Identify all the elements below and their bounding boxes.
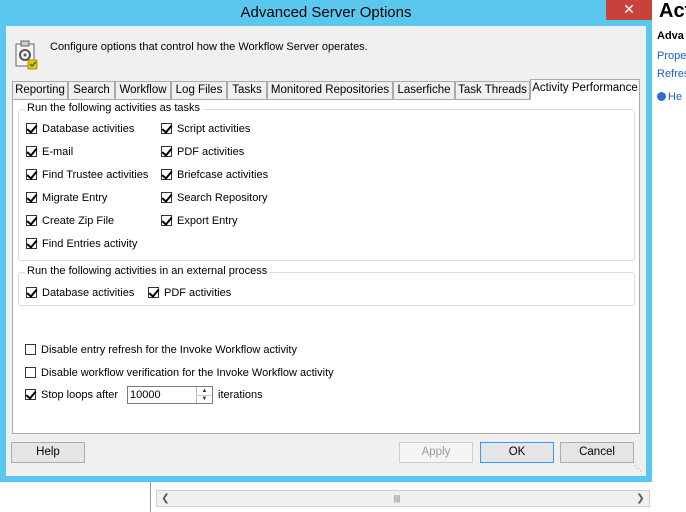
checkbox-database-activities-external[interactable]: Database activities — [26, 286, 134, 302]
background-window-panel: Act Adva Prope Refres He — [652, 0, 686, 512]
checkbox-search-repository-task[interactable]: Search Repository — [161, 191, 268, 207]
advanced-server-options-dialog: Advanced Server Options ✕ Configure opti… — [0, 0, 652, 482]
external-group-title: Run the following activities in an exter… — [25, 265, 270, 277]
checkbox-label: E-mail — [42, 146, 74, 158]
checkbox-disable-workflow-verification[interactable]: Disable workflow verification for the In… — [25, 366, 334, 382]
cancel-button[interactable]: Cancel — [560, 442, 634, 463]
tab-search[interactable]: Search — [68, 81, 115, 99]
checkbox-label: PDF activities — [177, 146, 245, 158]
checkbox-label: Database activities — [42, 287, 135, 299]
tab-reporting[interactable]: Reporting — [12, 81, 68, 99]
checkbox-database-activities-task[interactable]: Database activities — [26, 122, 134, 138]
checkbox-briefcase-task[interactable]: Briefcase activities — [161, 168, 268, 184]
checkbox-disable-entry-refresh[interactable]: Disable entry refresh for the Invoke Wor… — [25, 343, 297, 359]
tab-workflow[interactable]: Workflow — [115, 81, 171, 99]
apply-button[interactable]: Apply — [399, 442, 473, 463]
background-help-link[interactable]: He — [657, 91, 682, 103]
scroll-right-icon[interactable]: ❯ — [633, 492, 648, 505]
checkbox-label: Database activities — [42, 123, 135, 135]
checkbox-label: Script activities — [177, 123, 251, 135]
checkbox-label: Create Zip File — [42, 215, 115, 227]
checkbox-label: Disable entry refresh for the Invoke Wor… — [41, 344, 297, 356]
checkbox-migrate-entry-task[interactable]: Migrate Entry — [26, 191, 107, 207]
scroll-left-icon[interactable]: ❮ — [158, 492, 173, 505]
checkbox-label: Disable workflow verification for the In… — [41, 367, 334, 379]
tab-log-files[interactable]: Log Files — [171, 81, 227, 99]
checkbox-label: Export Entry — [177, 215, 238, 227]
checkbox-box[interactable] — [26, 123, 37, 134]
checkbox-find-entries-task[interactable]: Find Entries activity — [26, 237, 137, 253]
iterations-suffix: iterations — [218, 389, 263, 401]
tab-laserfiche[interactable]: Laserfiche — [393, 81, 455, 99]
tasks-group-title: Run the following activities as tasks — [25, 102, 203, 114]
background-subtitle: Adva — [657, 30, 684, 42]
checkbox-label: Briefcase activities — [177, 169, 269, 181]
checkbox-box[interactable] — [26, 169, 37, 180]
checkbox-box[interactable] — [161, 192, 172, 203]
clipboard-settings-icon — [15, 40, 38, 70]
background-refresh-link[interactable]: Refres — [657, 68, 686, 80]
background-help-label: He — [668, 91, 683, 103]
checkbox-label: PDF activities — [164, 287, 232, 299]
checkbox-box[interactable] — [26, 287, 37, 298]
header-description: Configure options that control how the W… — [50, 41, 368, 53]
help-button[interactable]: Help — [11, 442, 85, 463]
checkbox-export-entry-task[interactable]: Export Entry — [161, 214, 238, 230]
checkbox-script-activities-task[interactable]: Script activities — [161, 122, 250, 138]
checkbox-label: Stop loops after — [41, 389, 119, 401]
activity-performance-panel: Run the following activities as tasks Da… — [12, 99, 640, 434]
tasks-group: Run the following activities as tasks Da… — [18, 102, 635, 261]
background-divider — [150, 482, 151, 512]
checkbox-find-trustee-task[interactable]: Find Trustee activities — [26, 168, 148, 184]
checkbox-box[interactable] — [161, 123, 172, 134]
checkbox-box[interactable] — [26, 146, 37, 157]
checkbox-label: Find Entries activity — [42, 238, 138, 250]
checkbox-box[interactable] — [161, 169, 172, 180]
iterations-stepper[interactable]: ▲ ▼ — [127, 386, 213, 404]
checkbox-box[interactable] — [148, 287, 159, 298]
checkbox-label: Find Trustee activities — [42, 169, 149, 181]
scroll-thumb-grip-icon[interactable]: ||| — [357, 493, 437, 504]
help-circle-icon — [657, 92, 666, 101]
tab-task-threads[interactable]: Task Threads — [455, 81, 530, 99]
checkbox-pdf-activities-task[interactable]: PDF activities — [161, 145, 244, 161]
background-title: Act — [659, 0, 686, 22]
checkbox-email-task[interactable]: E-mail — [26, 145, 73, 161]
external-process-group: Run the following activities in an exter… — [18, 265, 635, 306]
checkbox-label: Migrate Entry — [42, 192, 108, 204]
ok-button[interactable]: OK — [480, 442, 554, 463]
dialog-title: Advanced Server Options — [240, 4, 412, 21]
horizontal-scrollbar[interactable]: ❮ ||| ❯ — [156, 490, 650, 507]
checkbox-box[interactable] — [26, 238, 37, 249]
tab-activity-performance[interactable]: Activity Performance — [530, 79, 640, 100]
close-button[interactable]: ✕ — [606, 0, 652, 20]
stepper-down-icon[interactable]: ▼ — [197, 395, 212, 403]
checkbox-box[interactable] — [25, 389, 36, 400]
checkbox-label: Search Repository — [177, 192, 268, 204]
checkbox-stop-loops[interactable]: Stop loops after — [25, 388, 118, 404]
tab-monitored-repositories[interactable]: Monitored Repositories — [267, 81, 393, 99]
tab-tasks[interactable]: Tasks — [227, 81, 267, 99]
checkbox-box[interactable] — [26, 192, 37, 203]
checkbox-box[interactable] — [25, 344, 36, 355]
checkbox-box[interactable] — [25, 367, 36, 378]
resize-grip-icon[interactable]: ⋱ — [634, 464, 644, 474]
background-properties-link[interactable]: Prope — [657, 50, 686, 62]
checkbox-box[interactable] — [161, 215, 172, 226]
checkbox-create-zip-task[interactable]: Create Zip File — [26, 214, 114, 230]
checkbox-box[interactable] — [26, 215, 37, 226]
checkbox-pdf-activities-external[interactable]: PDF activities — [148, 286, 231, 302]
title-bar[interactable]: Advanced Server Options ✕ — [0, 0, 652, 26]
stepper-buttons: ▲ ▼ — [196, 387, 212, 403]
dialog-client-area: Configure options that control how the W… — [6, 26, 646, 476]
checkbox-box[interactable] — [161, 146, 172, 157]
iterations-input[interactable] — [130, 388, 190, 402]
